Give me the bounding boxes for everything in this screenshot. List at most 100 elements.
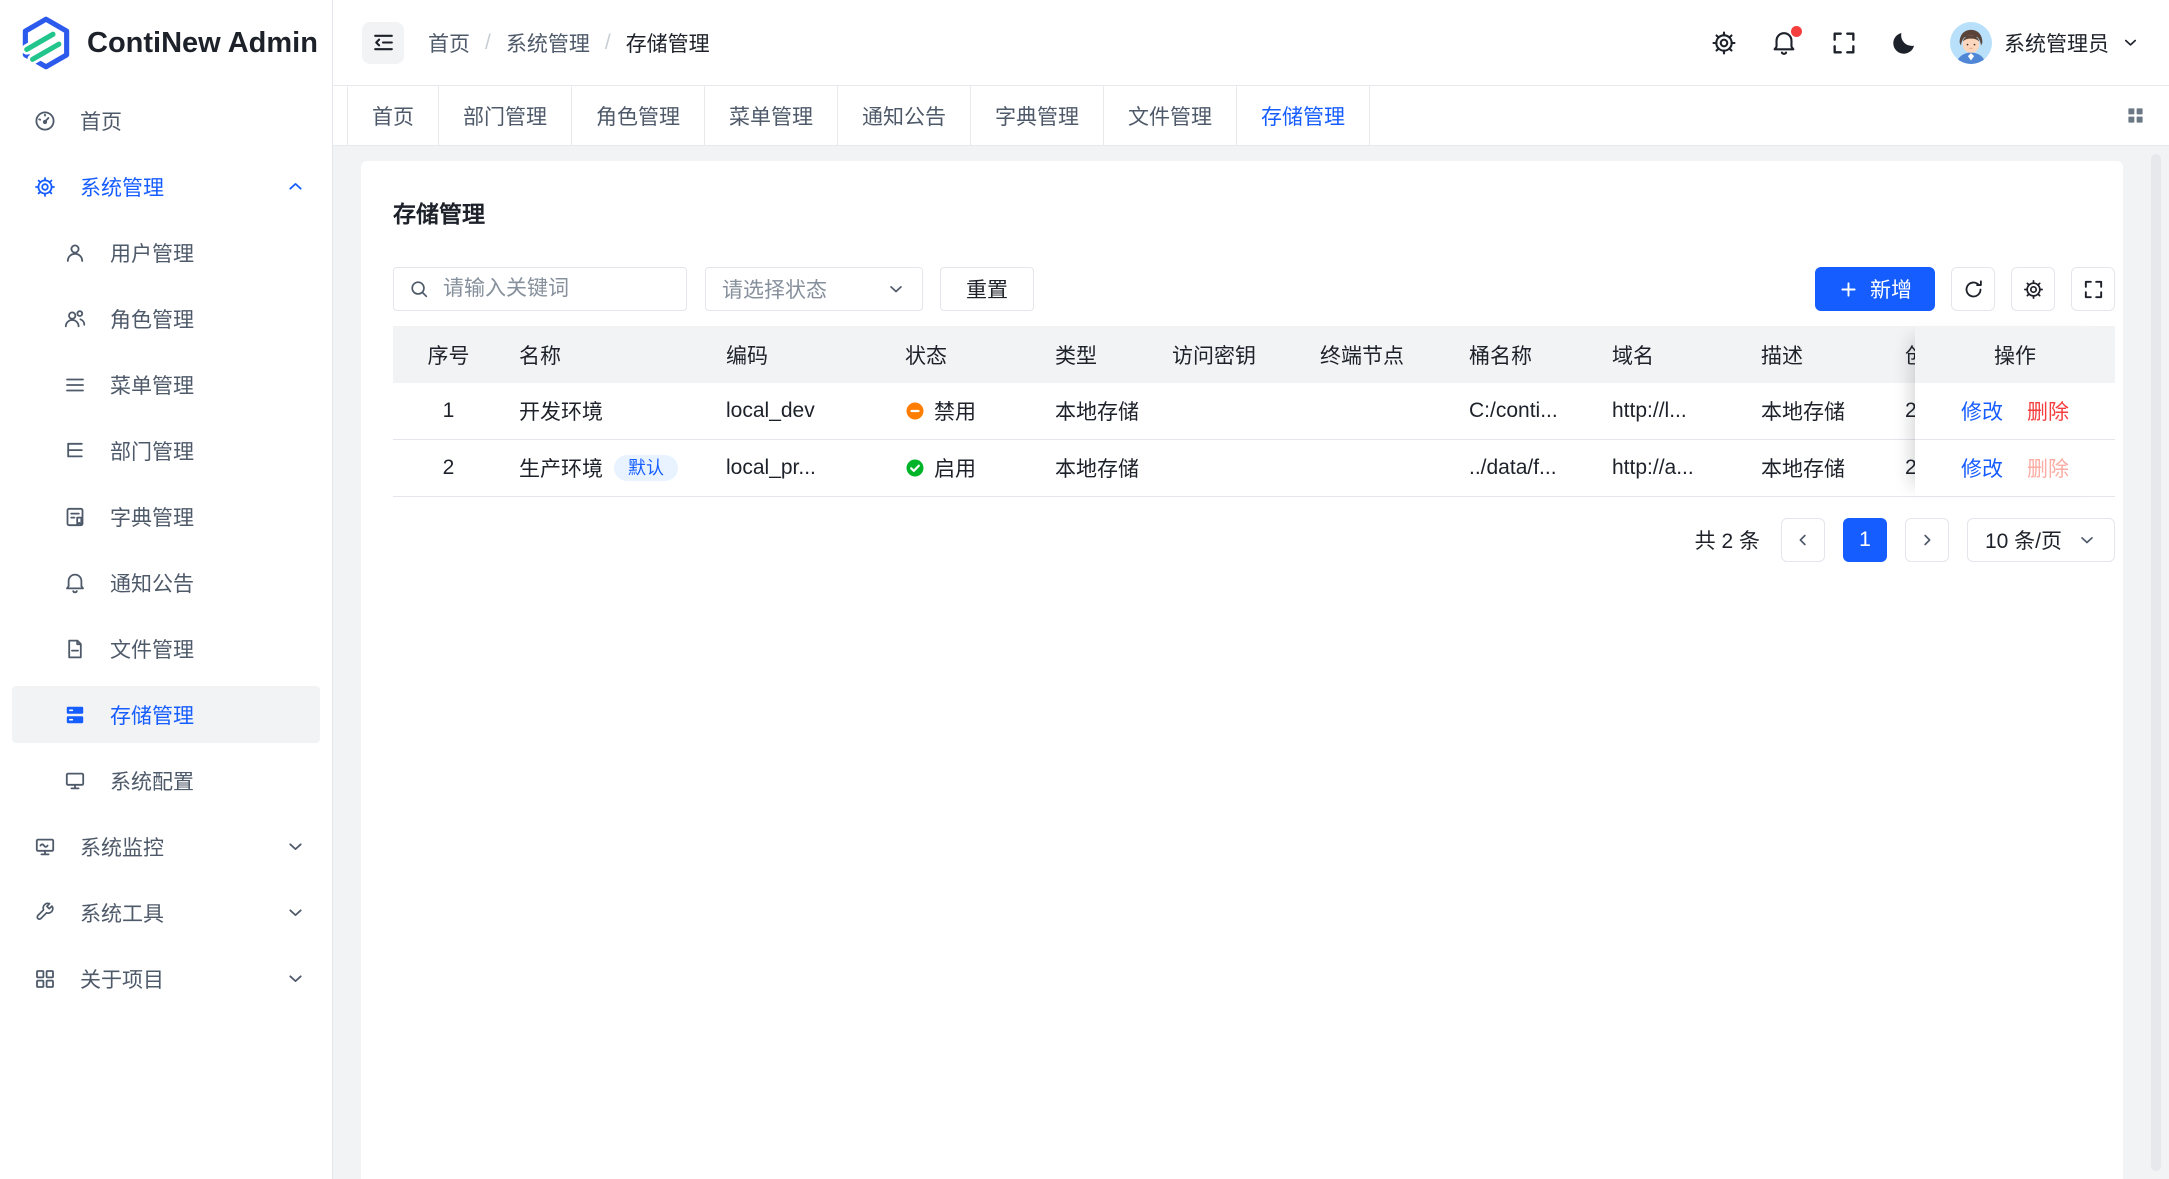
search-input[interactable] [441,276,672,302]
logo[interactable]: ContiNew Admin [0,0,332,86]
sidebar-item-menu-management[interactable]: 菜单管理 [12,356,320,413]
sidebar-menu: 首页 系统管理 用户管理 角色 [0,86,332,1016]
toolbar: 请选择状态 重置 新增 [393,267,2115,311]
fullscreen-button[interactable] [1830,29,1858,57]
prev-page-button[interactable] [1781,518,1825,562]
page-size-select[interactable]: 10 条/页 [1967,518,2115,562]
gear-icon [2022,278,2045,301]
col-header-domain: 域名 [1597,340,1746,370]
table-fullscreen-button[interactable] [2071,267,2115,311]
tab-role[interactable]: 角色管理 [572,86,705,145]
user-group-icon [63,307,87,331]
next-page-button[interactable] [1905,518,1949,562]
settings-button[interactable] [1710,29,1738,57]
sidebar-item-system-config[interactable]: 系统配置 [12,752,320,809]
breadcrumb-item-system[interactable]: 系统管理 [506,28,590,58]
sidebar-item-label: 存储管理 [110,700,194,730]
sidebar-item-role-management[interactable]: 角色管理 [12,290,320,347]
tab-notice[interactable]: 通知公告 [838,86,971,145]
vertical-scrollbar[interactable] [2151,154,2161,1171]
desktop-icon [63,769,87,793]
tab-department[interactable]: 部门管理 [439,86,572,145]
chevron-down-icon [2077,530,2097,550]
sidebar-item-department-management[interactable]: 部门管理 [12,422,320,479]
breadcrumb: 首页 / 系统管理 / 存储管理 [428,28,710,58]
notification-dot [1791,26,1802,37]
menu-fold-icon [371,30,396,55]
cell-code: local_pr... [711,456,890,480]
avatar [1950,22,1992,64]
status-select-placeholder: 请选择状态 [722,274,827,304]
column-settings-button[interactable] [2011,267,2055,311]
dark-mode-button[interactable] [1890,29,1918,57]
breadcrumb-item-home[interactable]: 首页 [428,28,470,58]
status-text: 禁用 [934,396,976,426]
topbar: 首页 / 系统管理 / 存储管理 [333,0,2169,86]
page-number-button[interactable]: 1 [1843,518,1887,562]
reset-button[interactable]: 重置 [940,267,1034,311]
col-header-operations: 操作 [1915,326,2115,383]
edit-link[interactable]: 修改 [1961,396,2003,426]
sidebar-item-file-management[interactable]: 文件管理 [12,620,320,677]
cell-index: 1 [393,399,504,423]
user-menu[interactable]: 系统管理员 [1950,22,2140,64]
content-area: 存储管理 请选择状态 重置 [333,146,2169,1179]
col-header-access-key: 访问密钥 [1157,340,1305,370]
tab-actions-button[interactable] [2102,86,2169,145]
gear-icon [1710,29,1738,57]
sidebar-item-label: 首页 [80,106,122,136]
search-icon [408,278,430,300]
collapse-sidebar-button[interactable] [362,22,404,64]
file-icon [63,637,87,661]
tab-dict[interactable]: 字典管理 [971,86,1104,145]
operations-cell: 修改 删除 [1915,383,2115,440]
refresh-button[interactable] [1951,267,1995,311]
sidebar-item-notice[interactable]: 通知公告 [12,554,320,611]
add-button[interactable]: 新增 [1815,267,1935,311]
moon-icon [1890,29,1918,57]
sidebar-item-label: 系统管理 [80,172,164,202]
topbar-right: 系统管理员 [1710,22,2140,64]
tabbar: 首页 部门管理 角色管理 菜单管理 通知公告 字典管理 文件管理 存储管理 [333,86,2169,146]
notifications-button[interactable] [1770,29,1798,57]
tab-file[interactable]: 文件管理 [1104,86,1237,145]
delete-link-disabled: 删除 [2027,453,2069,483]
dictionary-icon [63,505,87,529]
delete-link[interactable]: 删除 [2027,396,2069,426]
sidebar-item-system-tools[interactable]: 系统工具 [12,884,320,941]
sidebar-item-dict-management[interactable]: 字典管理 [12,488,320,545]
pagination-total: 共 2 条 [1695,525,1760,555]
sidebar-item-storage-management[interactable]: 存储管理 [12,686,320,743]
sidebar-item-home[interactable]: 首页 [12,92,320,149]
sidebar-item-system-management[interactable]: 系统管理 [12,158,320,215]
sidebar-item-user-management[interactable]: 用户管理 [12,224,320,281]
app-window: ContiNew Admin 首页 系统管理 [0,0,2169,1179]
storage-card: 存储管理 请选择状态 重置 [361,161,2123,1179]
breadcrumb-item-current: 存储管理 [626,28,710,58]
bell-icon [63,571,87,595]
table-scroll-area[interactable]: 序号 名称 编码 状态 类型 访问密钥 终端节点 桶名称 域名 描述 创建时间 [393,326,1915,497]
sidebar-item-label: 用户管理 [110,238,194,268]
status-select[interactable]: 请选择状态 [705,267,923,311]
table-row: 1 开发环境 local_dev 禁用 [393,383,1915,440]
chevron-left-icon [1794,531,1812,549]
col-header-status: 状态 [890,340,1040,370]
tab-menu[interactable]: 菜单管理 [705,86,838,145]
col-header-name: 名称 [504,340,711,370]
sidebar: ContiNew Admin 首页 系统管理 [0,0,333,1179]
sidebar-item-about-project[interactable]: 关于项目 [12,950,320,1007]
cell-description: 本地存储 [1746,396,1890,426]
cell-domain: http://a... [1597,456,1746,480]
edit-link[interactable]: 修改 [1961,453,2003,483]
tab-storage[interactable]: 存储管理 [1237,86,1370,145]
page-title: 存储管理 [393,195,2115,229]
cell-name: 开发环境 [504,396,711,426]
tab-home[interactable]: 首页 [347,86,439,145]
cell-status: 启用 [890,453,1040,483]
refresh-icon [1962,278,1985,301]
sidebar-item-label: 字典管理 [110,502,194,532]
cell-status: 禁用 [890,396,1040,426]
sidebar-item-system-monitor[interactable]: 系统监控 [12,818,320,875]
col-header-index: 序号 [393,340,504,370]
sidebar-item-label: 关于项目 [80,964,164,994]
